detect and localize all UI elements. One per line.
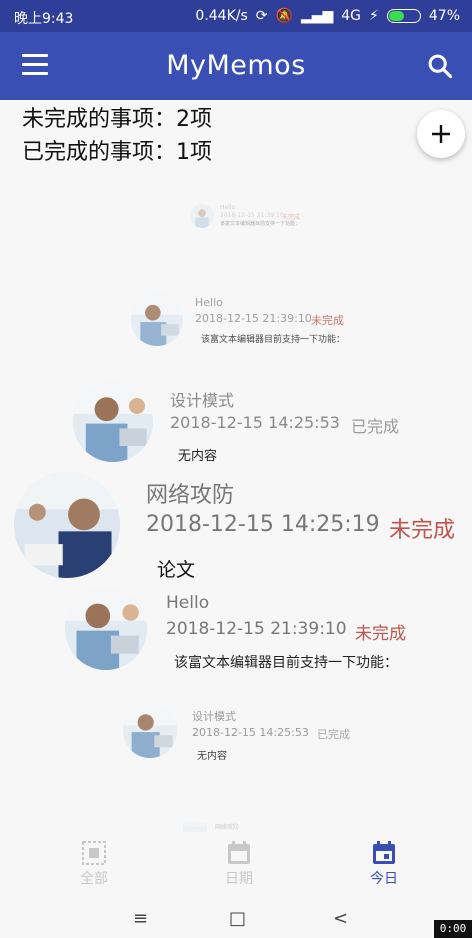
memo-date: 2018-12-15 14:25:53 (192, 726, 309, 739)
plus-icon (432, 125, 450, 143)
tab-date-label: 日期 (225, 871, 253, 887)
charging-icon: ⚡ (369, 8, 379, 24)
system-back-button[interactable]: < (333, 908, 348, 929)
memo-date: 2018-12-15 21:39:10 (166, 619, 347, 639)
status-icons: 0.44K/s ⟳ 🔕 ▂▄▆ 4G ⚡ 47% (195, 8, 460, 24)
memo-body: 无内容 (178, 449, 218, 464)
memo-body: 无内容 (197, 751, 227, 762)
memo-body: 该富文本编辑器目前支持一下功能： (220, 221, 301, 227)
recording-timer: 0:00 (434, 920, 472, 938)
memo-date: 2018-12-15 21:39:10 (195, 312, 312, 325)
memo-status: 未完成 (389, 518, 456, 543)
memo-title: 设计模式 (170, 391, 235, 410)
memo-date: 2018-12-15 21:39:10 (220, 212, 284, 219)
tab-today-label: 今日 (370, 871, 398, 887)
system-home-button[interactable]: □ (229, 908, 246, 929)
battery-icon (386, 9, 421, 23)
bottom-nav: 全部 日期 今日 (0, 834, 472, 894)
network-speed: 0.44K/s (195, 8, 248, 24)
memo-body: 论文 (157, 559, 196, 581)
memo-summary: 未完成的事项：2项 已完成的事项：1项 (22, 103, 212, 169)
tab-all-label: 全部 (80, 871, 108, 887)
avatar (131, 294, 183, 346)
undone-count: 未完成的事项：2项 (22, 107, 212, 132)
avatar (14, 472, 120, 578)
tab-today[interactable]: 今日 (334, 840, 434, 888)
memo-status: 未完成 (311, 314, 344, 327)
memo-status: 未完成 (355, 624, 406, 644)
memo-body: 该富文本编辑器目前支持一下功能： (174, 655, 398, 671)
memo-date: 2018-12-15 14:25:19 (146, 512, 380, 537)
memo-date: 2018-12-15 14:25:53 (170, 413, 340, 432)
tab-all[interactable]: 全部 (44, 840, 144, 888)
system-nav-bar: ≡ □ < (0, 902, 472, 938)
tab-date[interactable]: 日期 (189, 840, 289, 888)
memo-title: 网络攻防 (215, 824, 240, 831)
app-bar: MyMemos (0, 32, 472, 100)
avatar (65, 588, 147, 670)
signal-icon: ▂▄▆ (300, 8, 334, 24)
all-grid-icon (82, 841, 106, 865)
network-type: 4G (341, 8, 362, 24)
app-title: MyMemos (166, 50, 306, 81)
system-menu-button[interactable]: ≡ (133, 908, 148, 929)
search-icon[interactable] (426, 52, 454, 80)
memo-title: 设计模式 (192, 710, 236, 723)
avatar (123, 704, 177, 758)
memo-status: 已完成 (317, 728, 350, 741)
status-bar: 晚上9:43 0.44K/s ⟳ 🔕 ▂▄▆ 4G ⚡ 47% (0, 0, 472, 32)
memo-status: 已完成 (351, 417, 400, 436)
memo-title: Hello (220, 204, 236, 211)
calendar-icon (228, 841, 250, 864)
avatar (73, 382, 153, 462)
today-calendar-icon (373, 841, 395, 864)
avatar (190, 204, 214, 228)
memo-title: Hello (166, 593, 210, 613)
done-count: 已完成的事项：1项 (22, 140, 212, 165)
battery-text: 47% (428, 8, 460, 24)
sync-icon: ⟳ (255, 8, 268, 24)
memo-title: 网络攻防 (146, 483, 235, 508)
mute-icon: 🔕 (275, 8, 293, 24)
memo-body: 该富文本编辑器目前支持一下功能： (201, 335, 346, 345)
status-time: 晚上9:43 (14, 11, 74, 27)
memo-title: Hello (195, 296, 223, 309)
avatar (183, 822, 207, 832)
add-memo-button[interactable] (417, 110, 465, 158)
